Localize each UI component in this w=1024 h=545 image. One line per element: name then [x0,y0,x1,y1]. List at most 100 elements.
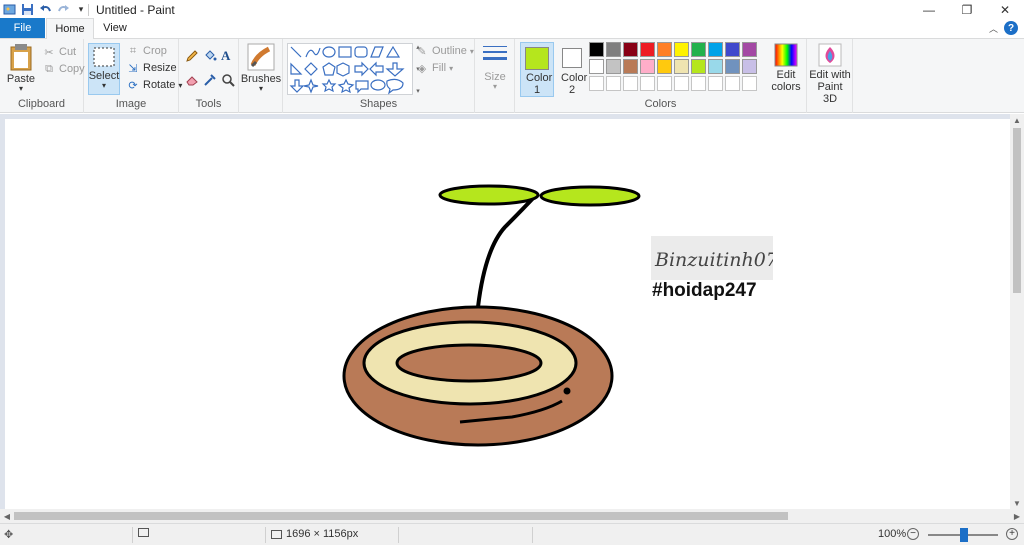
fill-dropdown-icon: ▾ [449,63,454,73]
horizontal-scroll-thumb[interactable] [14,512,788,520]
cursor-position: ✥ [4,528,13,541]
scroll-up-arrow-icon[interactable]: ▲ [1010,114,1024,126]
shapes-group-label: Shapes [359,98,398,110]
color-picker-icon[interactable] [203,73,217,90]
edit-colors-button[interactable]: Edit colors [768,43,804,93]
custom-color-slot[interactable] [725,76,740,91]
palette-swatch[interactable] [674,59,689,74]
brushes-group: Brushes ▾ [239,39,283,113]
image-group: Select ▾ ⌗ Crop ⇲ Resize ⟳ Rotate ▾ Imag… [84,39,182,113]
palette-swatch[interactable] [589,59,604,74]
horizontal-scrollbar[interactable]: ◀ ▶ [0,509,1024,523]
fill-icon: ◈ [417,62,427,75]
scroll-down-arrow-icon[interactable]: ▼ [1010,497,1024,509]
palette-swatch[interactable] [623,59,638,74]
custom-color-slot[interactable] [674,76,689,91]
scissors-icon: ✂ [44,46,54,59]
expand-gallery-icon[interactable]: ▾ [416,87,420,95]
redo-icon[interactable] [56,2,70,16]
window-controls: — ❐ ✕ [910,0,1024,20]
edit-with-paint3d-button[interactable]: Edit with Paint 3D [809,43,851,105]
palette-swatch[interactable] [623,42,638,57]
title-separator [88,4,89,16]
ribbon-tabs: File Home View ︿ ? [0,18,1024,39]
restore-icon[interactable]: ❐ [948,0,986,20]
palette-swatch[interactable] [742,59,757,74]
brushes-button[interactable]: Brushes ▾ [241,43,281,93]
signature-image: Binzuitinh07 [654,249,779,271]
palette-swatch[interactable] [657,59,672,74]
tab-view[interactable]: View [96,18,134,38]
palette-swatch[interactable] [691,59,706,74]
size-lines-icon [483,46,507,60]
help-icon[interactable]: ? [1004,21,1018,35]
outline-icon: ✎ [417,45,427,58]
cut-button[interactable]: ✂ Cut [42,45,76,59]
tab-file[interactable]: File [0,18,45,38]
eraser-icon[interactable] [185,73,199,90]
tools-group-label: Tools [195,98,222,110]
custom-color-slot[interactable] [640,76,655,91]
scroll-right-arrow-icon[interactable]: ▶ [1010,509,1024,523]
undo-icon[interactable] [38,2,52,16]
palette-swatch[interactable] [725,42,740,57]
palette-swatch[interactable] [640,59,655,74]
close-icon[interactable]: ✕ [986,0,1024,20]
resize-icon: ⇲ [128,62,138,75]
size-button[interactable]: Size ▾ [479,43,511,91]
vertical-scrollbar[interactable]: ▲ ▼ [1010,114,1024,509]
zoom-slider-thumb[interactable] [960,528,968,542]
color2-button[interactable]: Color 2 [557,42,587,97]
svg-text:Binzuitinh07: Binzuitinh07 [654,249,773,271]
custom-color-slot[interactable] [606,76,621,91]
select-button[interactable]: Select ▾ [88,43,120,95]
zoom-in-icon[interactable]: + [1006,528,1018,540]
palette-swatch[interactable] [708,42,723,57]
sprout-stem [476,192,539,308]
color1-button[interactable]: Color 1 [520,42,554,97]
crop-button[interactable]: ⌗ Crop [126,44,167,58]
text-icon[interactable]: A [221,48,230,64]
palette-swatch[interactable] [606,42,621,57]
tab-home[interactable]: Home [46,18,94,39]
scroll-left-arrow-icon[interactable]: ◀ [0,509,14,523]
rotate-button[interactable]: ⟳ Rotate ▾ [126,78,182,92]
custom-color-slot[interactable] [742,76,757,91]
custom-color-slot[interactable] [623,76,638,91]
magnifier-icon[interactable] [221,73,235,90]
palette-swatch[interactable] [589,42,604,57]
selection-size [138,528,149,537]
fill-button[interactable]: ◈ Fill ▾ [415,61,453,75]
outline-dropdown-icon: ▾ [469,46,474,56]
palette-swatch[interactable] [725,59,740,74]
paste-button[interactable]: Paste ▾ [6,43,36,93]
resize-button[interactable]: ⇲ Resize [126,61,176,75]
left-leaf [438,184,540,206]
collapse-ribbon-icon[interactable]: ︿ [989,22,998,35]
palette-swatch[interactable] [691,42,706,57]
fill-bucket-icon[interactable] [203,49,217,66]
outline-button[interactable]: ✎ Outline ▾ [415,44,474,58]
signature-watermark: Binzuitinh07 [651,236,779,280]
zoom-out-icon[interactable]: − [907,528,919,540]
palette-swatch[interactable] [606,59,621,74]
palette-swatch[interactable] [742,42,757,57]
minimize-icon[interactable]: — [910,0,948,20]
custom-color-slot[interactable] [691,76,706,91]
palette-swatch[interactable] [640,42,655,57]
drawing-canvas[interactable] [5,119,1010,509]
palette-swatch[interactable] [708,59,723,74]
shapes-gallery[interactable] [287,43,413,95]
save-icon[interactable] [20,2,34,16]
custom-color-slot[interactable] [708,76,723,91]
copy-button[interactable]: ⧉ Copy [42,62,85,76]
pencil-icon[interactable] [185,49,199,66]
customize-dropdown-icon[interactable]: ▾ [74,2,88,16]
paint-app-icon[interactable] [2,2,16,16]
palette-swatch[interactable] [674,42,689,57]
right-leaf [539,185,641,207]
custom-color-slot[interactable] [657,76,672,91]
palette-swatch[interactable] [657,42,672,57]
vertical-scroll-thumb[interactable] [1013,128,1021,293]
custom-color-slot[interactable] [589,76,604,91]
